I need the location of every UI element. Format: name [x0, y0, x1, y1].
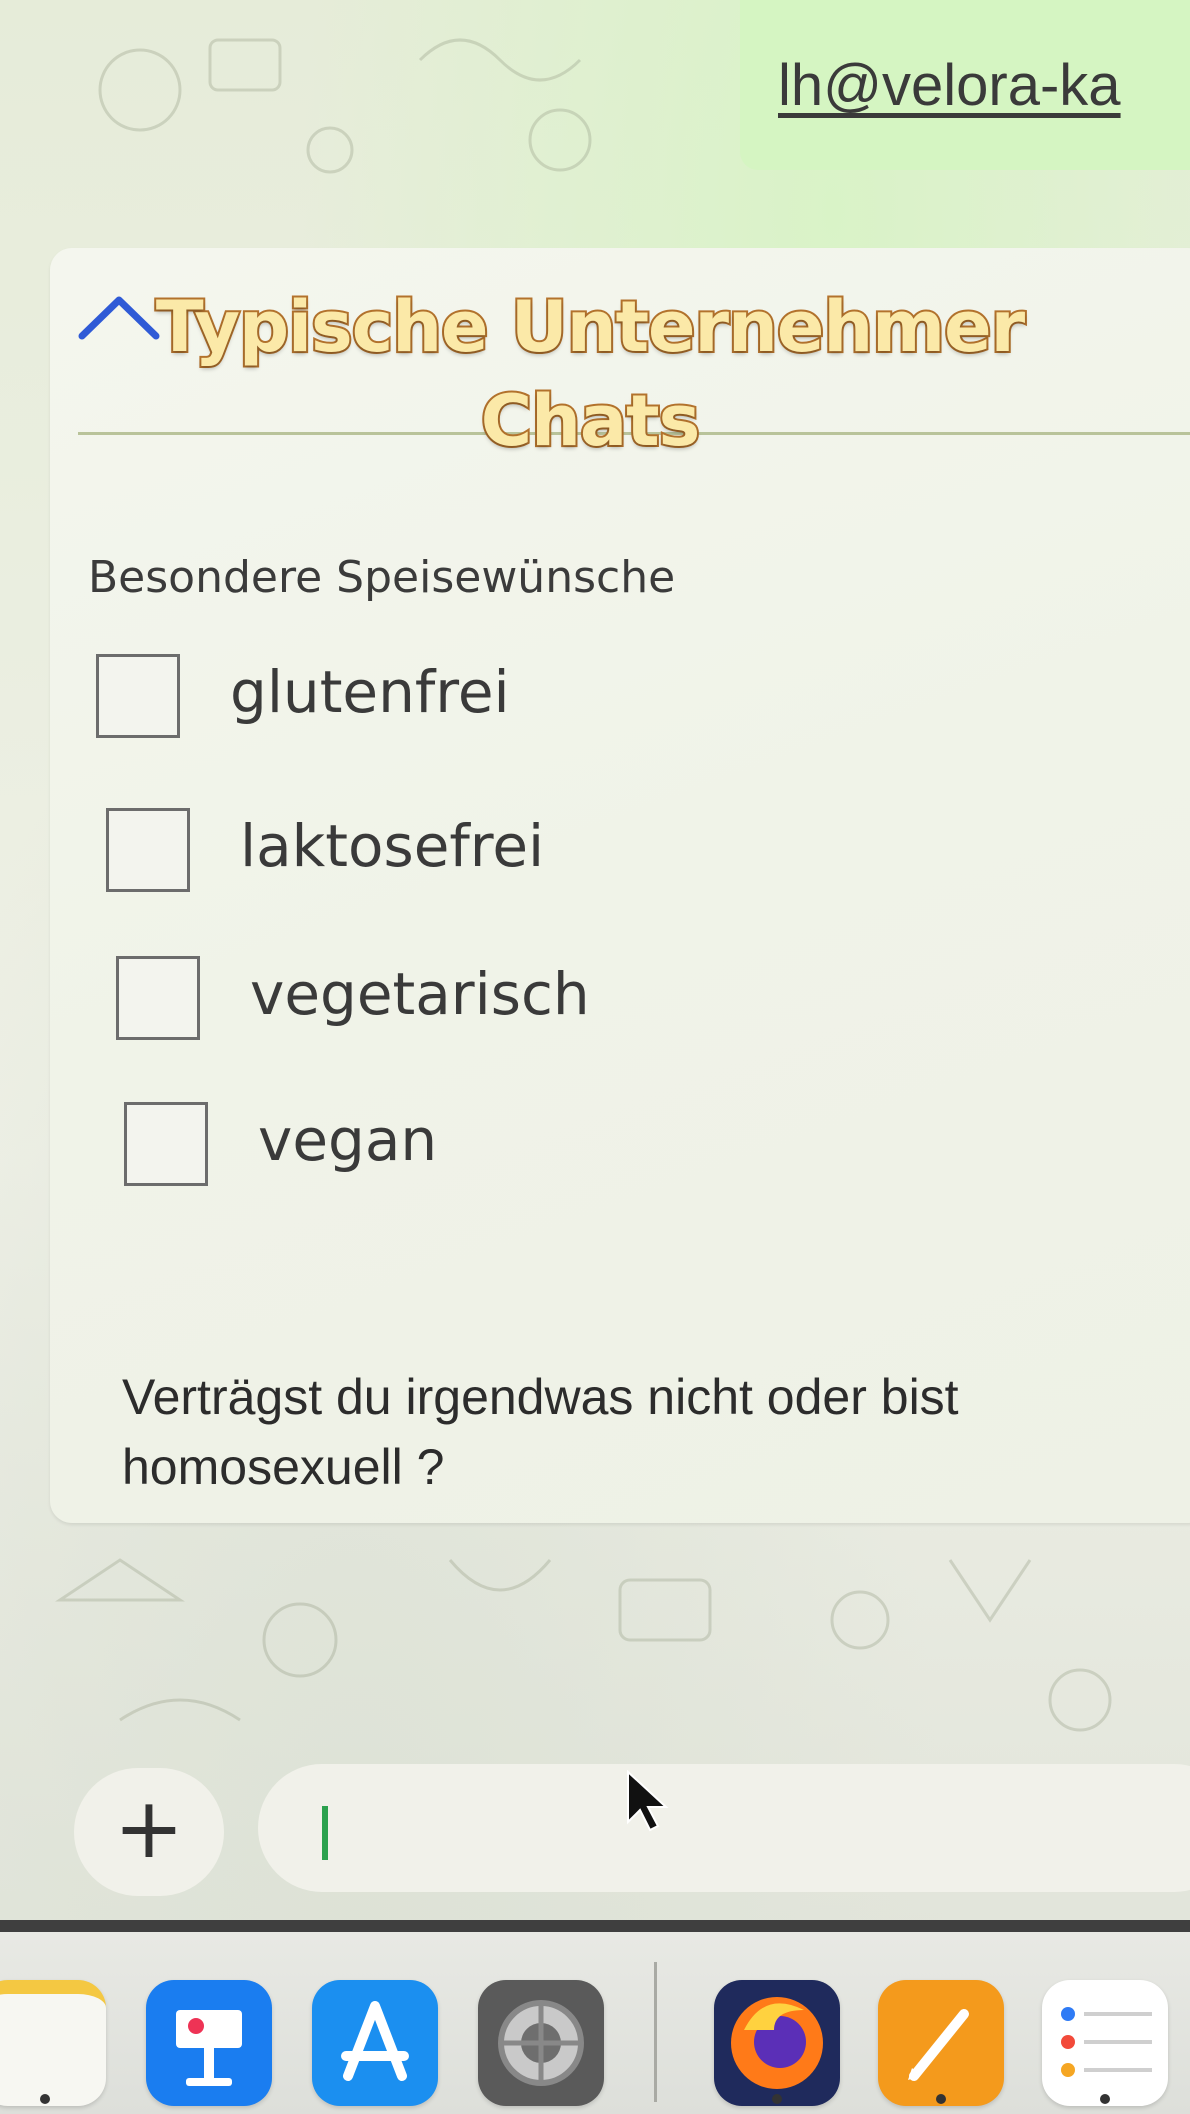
pages-icon[interactable]: [878, 1980, 1004, 2106]
message-text: Verträgst du irgendwas nicht oder bist h…: [122, 1369, 959, 1495]
message-input[interactable]: [258, 1764, 1190, 1892]
screen-bezel: [0, 1920, 1190, 1932]
keynote-icon[interactable]: [146, 1980, 272, 2106]
option-label: vegetarisch: [250, 960, 590, 1028]
checkbox-glutenfrei[interactable]: [96, 654, 180, 738]
reminders-icon[interactable]: [1042, 1980, 1168, 2106]
mouse-pointer-icon: [627, 1770, 669, 1832]
add-attachment-button[interactable]: +: [74, 1768, 224, 1896]
dock-running-indicator: [772, 2094, 782, 2104]
dock-running-indicator: [936, 2094, 946, 2104]
option-label: vegan: [258, 1106, 438, 1174]
dock-divider: [654, 1962, 657, 2102]
firefox-icon[interactable]: [714, 1980, 840, 2106]
system-settings-icon[interactable]: [478, 1980, 604, 2106]
checkbox-vegetarisch[interactable]: [116, 956, 200, 1040]
checkbox-laktosefrei[interactable]: [106, 808, 190, 892]
checkbox-vegan[interactable]: [124, 1102, 208, 1186]
plus-icon: +: [113, 1779, 185, 1877]
text-caret: [322, 1806, 328, 1860]
app-store-icon[interactable]: [312, 1980, 438, 2106]
overlay-caption: Typische Unternehmer Chats: [154, 284, 1027, 464]
option-label: glutenfrei: [230, 658, 510, 726]
notes-icon[interactable]: [0, 1980, 106, 2106]
email-link[interactable]: lh@velora-ka: [778, 52, 1121, 119]
dock-running-indicator: [40, 2094, 50, 2104]
dock-running-indicator: [1100, 2094, 1110, 2104]
option-label: laktosefrei: [240, 812, 545, 880]
form-label: Besondere Speisewünsche: [88, 552, 676, 603]
